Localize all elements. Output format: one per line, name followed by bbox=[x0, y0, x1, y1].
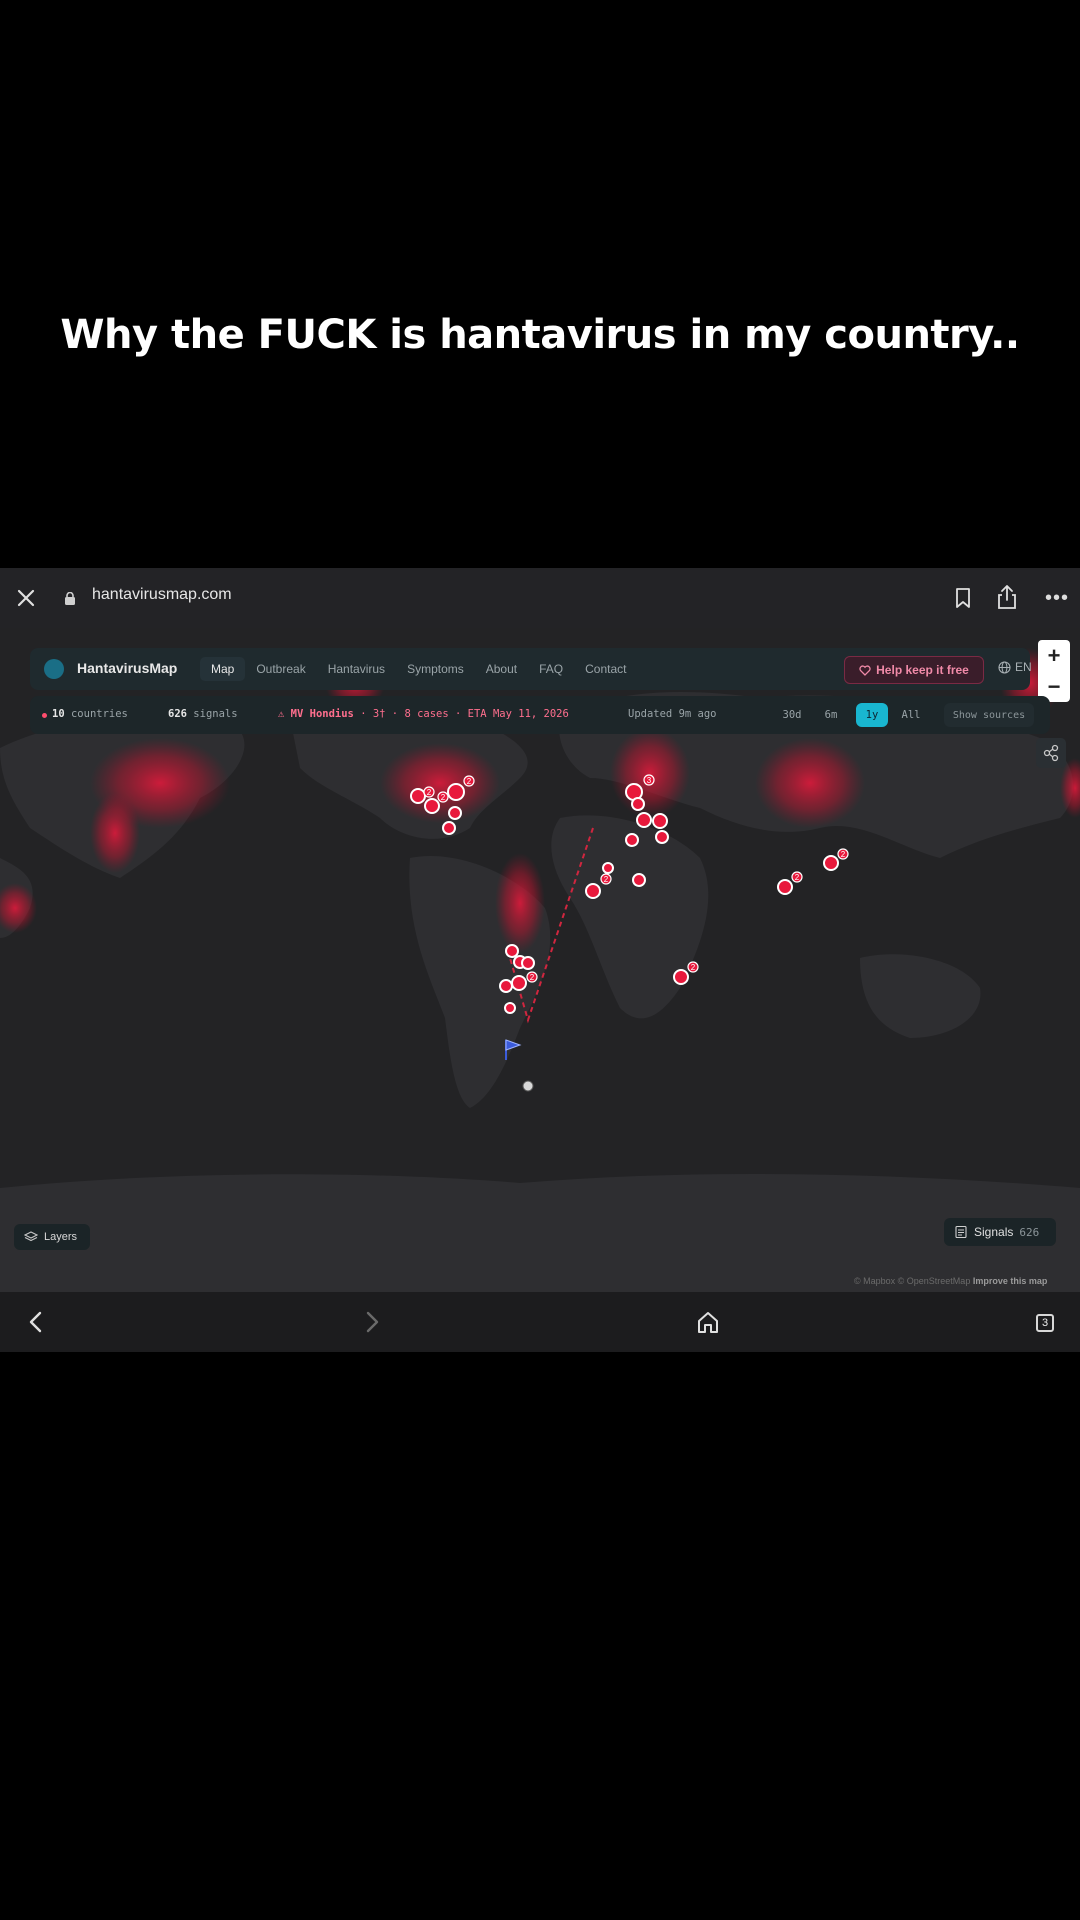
layers-label: Layers bbox=[44, 1231, 78, 1243]
nav-link-map[interactable]: Map bbox=[200, 657, 246, 681]
signals-stat: 626 signals bbox=[168, 708, 238, 720]
tabs-count-icon[interactable]: 3 bbox=[1036, 1314, 1054, 1332]
language-label: EN bbox=[1015, 660, 1032, 674]
svg-text:2: 2 bbox=[427, 788, 432, 797]
globe-icon bbox=[998, 660, 1011, 674]
cluster-badge[interactable]: 2 bbox=[837, 848, 849, 860]
cluster-badge[interactable]: 2 bbox=[463, 775, 475, 787]
logo-icon bbox=[44, 659, 64, 679]
zoom-in-button[interactable]: + bbox=[1038, 640, 1070, 671]
cluster-badge[interactable]: 2 bbox=[423, 786, 435, 798]
svg-text:2: 2 bbox=[467, 777, 472, 786]
ship-origin-marker[interactable] bbox=[522, 1080, 534, 1092]
nav-link-faq[interactable]: FAQ bbox=[528, 657, 574, 681]
forward-icon[interactable] bbox=[358, 1306, 386, 1338]
nav-link-contact[interactable]: Contact bbox=[574, 657, 637, 681]
home-icon[interactable] bbox=[694, 1306, 722, 1338]
cluster-badge[interactable]: 2 bbox=[437, 791, 449, 803]
back-icon[interactable] bbox=[22, 1306, 50, 1338]
range-all[interactable]: All bbox=[896, 703, 926, 727]
cluster-badge[interactable]: 3 bbox=[643, 774, 655, 786]
heart-icon bbox=[859, 664, 871, 676]
share-nodes-icon bbox=[1043, 744, 1059, 762]
share-icon[interactable] bbox=[994, 583, 1020, 611]
map-canvas[interactable]: 2 2 2 3 2 2 2 2 2 HantavirusMap Map Outb… bbox=[0, 628, 1080, 1292]
help-label: Help keep it free bbox=[876, 663, 969, 677]
nav-link-about[interactable]: About bbox=[475, 657, 528, 681]
signals-button[interactable]: Signals 626 bbox=[944, 1218, 1056, 1246]
range-6m[interactable]: 6m bbox=[816, 703, 846, 727]
cluster-badge[interactable]: 2 bbox=[526, 971, 538, 983]
url-bar: hantavirusmap.com ••• bbox=[0, 568, 1080, 628]
live-dot-icon bbox=[42, 713, 47, 718]
share-map-button[interactable] bbox=[1036, 738, 1066, 768]
layers-button[interactable]: Layers bbox=[14, 1224, 90, 1250]
svg-text:2: 2 bbox=[530, 973, 535, 982]
site-navbar: HantavirusMap Map Outbreak Hantavirus Sy… bbox=[30, 648, 1032, 690]
nav-links: Map Outbreak Hantavirus Symptoms About F… bbox=[200, 648, 637, 690]
signals-label: Signals bbox=[974, 1225, 1014, 1239]
warning-icon: ⚠ bbox=[278, 708, 285, 720]
cluster-badge[interactable]: 2 bbox=[687, 961, 699, 973]
svg-text:2: 2 bbox=[795, 873, 800, 882]
zoom-controls: + − bbox=[1038, 640, 1070, 702]
cluster-badge[interactable]: 2 bbox=[791, 871, 803, 883]
range-30d[interactable]: 30d bbox=[774, 703, 810, 727]
language-selector[interactable]: EN bbox=[998, 660, 1032, 674]
svg-text:2: 2 bbox=[441, 793, 446, 802]
browser-toolbar: 3 bbox=[0, 1292, 1080, 1352]
stats-bar: 10 countries 626 signals ⚠ MV Hondius · … bbox=[30, 696, 1050, 734]
cluster-badge[interactable]: 2 bbox=[600, 873, 612, 885]
updated-text: Updated 9m ago bbox=[628, 708, 717, 720]
nav-link-outbreak[interactable]: Outbreak bbox=[245, 657, 316, 681]
svg-text:2: 2 bbox=[691, 963, 696, 972]
signals-count: 626 bbox=[1019, 1225, 1040, 1239]
svg-text:2: 2 bbox=[841, 850, 846, 859]
bookmark-icon[interactable] bbox=[952, 586, 974, 610]
ship-alert[interactable]: ⚠ MV Hondius · 3† · 8 cases · ETA May 11… bbox=[278, 708, 569, 720]
layers-icon bbox=[24, 1231, 38, 1242]
range-1y[interactable]: 1y bbox=[856, 703, 888, 727]
nav-link-hantavirus[interactable]: Hantavirus bbox=[317, 657, 396, 681]
map-attribution: © Mapbox © OpenStreetMap Improve this ma… bbox=[854, 1276, 1047, 1286]
url-text[interactable]: hantavirusmap.com bbox=[92, 586, 232, 604]
attribution-text[interactable]: © Mapbox © OpenStreetMap bbox=[854, 1276, 970, 1286]
nav-link-symptoms[interactable]: Symptoms bbox=[396, 657, 475, 681]
lock-icon bbox=[65, 592, 75, 605]
signals-list-icon bbox=[955, 1225, 967, 1239]
svg-text:3: 3 bbox=[647, 776, 652, 785]
show-sources-button[interactable]: Show sources bbox=[944, 703, 1034, 727]
improve-map-link[interactable]: Improve this map bbox=[973, 1276, 1048, 1286]
help-keep-free-button[interactable]: Help keep it free bbox=[844, 656, 984, 684]
more-options-icon[interactable]: ••• bbox=[1045, 588, 1069, 608]
brand-name[interactable]: HantavirusMap bbox=[77, 660, 177, 676]
close-icon[interactable] bbox=[12, 584, 40, 612]
countries-stat: 10 countries bbox=[52, 708, 128, 720]
browser-window: hantavirusmap.com ••• 2 2 2 3 2 2 2 2 2 … bbox=[0, 568, 1080, 1352]
svg-text:2: 2 bbox=[604, 875, 609, 884]
video-caption: Why the FUCK is hantavirus in my country… bbox=[60, 312, 1020, 358]
